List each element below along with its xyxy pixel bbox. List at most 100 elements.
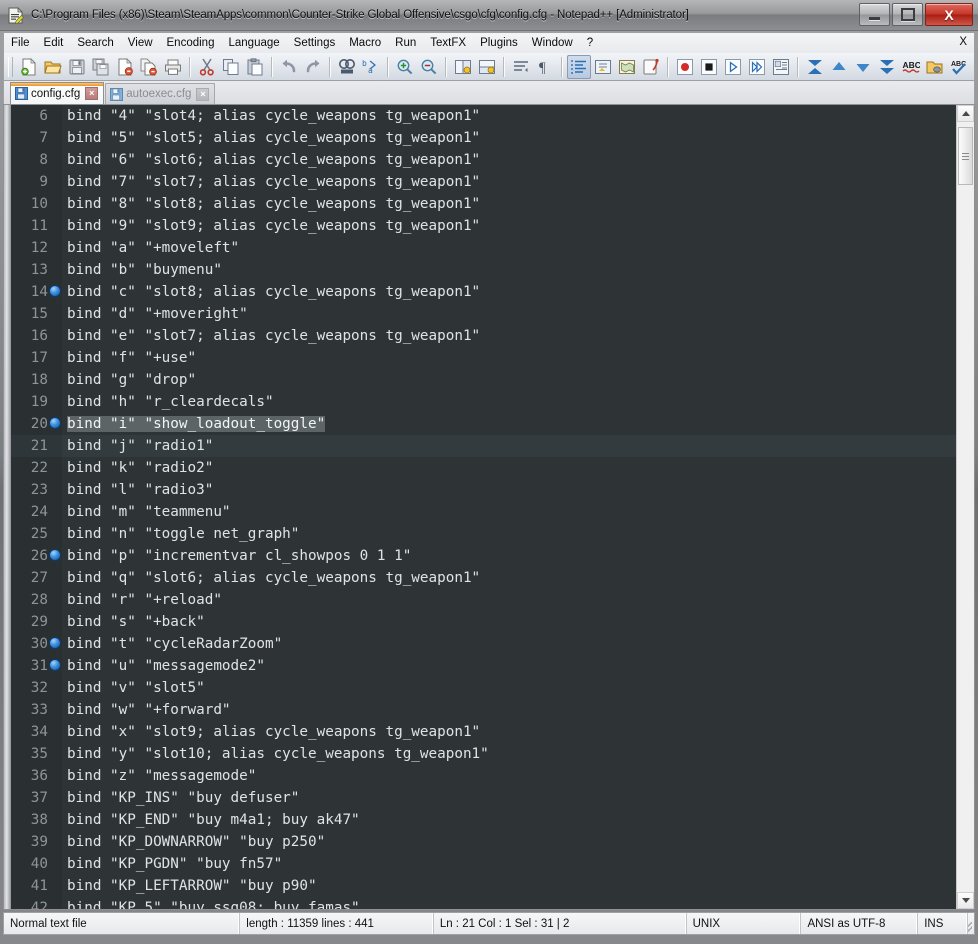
close-file-icon[interactable] [113,55,137,79]
editor-viewport[interactable]: 6 bind "4" "slot4; alias cycle_weapons tg… [4,105,956,909]
bookmark-margin[interactable] [48,105,62,127]
zoom-out-icon[interactable] [417,55,441,79]
code-line[interactable]: 13 bind "b" "buymenu" [11,259,956,281]
bookmark-margin[interactable] [48,413,62,435]
open-folder-icon[interactable] [923,55,947,79]
code-line[interactable]: 28 bind "r" "+reload" [11,589,956,611]
bookmark-margin[interactable] [48,699,62,721]
close-window-button[interactable]: X [925,3,973,26]
bookmark-margin[interactable] [48,171,62,193]
bookmark-margin[interactable] [48,721,62,743]
menu-item-plugins[interactable]: Plugins [473,35,525,51]
bookmark-margin[interactable] [48,501,62,523]
code-line[interactable]: 6 bind "4" "slot4; alias cycle_weapons tg… [11,105,956,127]
code-line[interactable]: 35 bind "y" "slot10; alias cycle_weapons … [11,743,956,765]
menu-item-help[interactable]: ? [580,35,600,51]
bookmark-margin[interactable] [48,479,62,501]
bookmark-margin[interactable] [48,655,62,677]
menu-item-file[interactable]: File [4,35,37,51]
code-line[interactable]: 19 bind "h" "r_cleardecals" [11,391,956,413]
code-line[interactable]: 9 bind "7" "slot7; alias cycle_weapons tg… [11,171,956,193]
bookmark-margin[interactable] [48,281,62,303]
bookmark-margin[interactable] [48,325,62,347]
tab-config-cfg[interactable]: config.cfg × [10,82,105,104]
code-line[interactable]: 7 bind "5" "slot5; alias cycle_weapons tg… [11,127,956,149]
menu-item-run[interactable]: Run [388,35,423,51]
bookmark-margin[interactable] [48,149,62,171]
bookmark-margin[interactable] [48,435,62,457]
vertical-scrollbar[interactable] [956,105,974,909]
scrollbar-thumb[interactable] [958,127,973,185]
menu-item-macro[interactable]: Macro [342,35,388,51]
bookmark-margin[interactable] [48,545,62,567]
new-file-icon[interactable] [17,55,41,79]
show-doc-map-icon[interactable] [615,55,639,79]
save-icon[interactable] [65,55,89,79]
code-line[interactable]: 23 bind "l" "radio3" [11,479,956,501]
bookmark-margin[interactable] [48,567,62,589]
code-area[interactable]: 6 bind "4" "slot4; alias cycle_weapons tg… [11,105,956,909]
menu-item-encoding[interactable]: Encoding [160,35,222,51]
bookmark-margin[interactable] [48,897,62,909]
bookmark-margin[interactable] [48,831,62,853]
bookmark-margin[interactable] [48,787,62,809]
code-line[interactable]: 18 bind "g" "drop" [11,369,956,391]
bookmark-margin[interactable] [48,457,62,479]
bookmark-margin[interactable] [48,677,62,699]
code-line[interactable]: 33 bind "w" "+forward" [11,699,956,721]
bookmark-margin[interactable] [48,853,62,875]
code-line[interactable]: 11 bind "9" "slot9; alias cycle_weapons t… [11,215,956,237]
bookmark-margin[interactable] [48,743,62,765]
scroll-down-button[interactable] [957,892,974,909]
collapse-all-icon[interactable] [803,55,827,79]
minimize-button[interactable] [859,3,890,26]
bookmark-margin[interactable] [48,193,62,215]
bookmark-margin[interactable] [48,259,62,281]
code-line[interactable]: 31 bind "u" "messagemode2" [11,655,956,677]
sync-horizontal-scroll-icon[interactable] [475,55,499,79]
code-line[interactable]: 8 bind "6" "slot6; alias cycle_weapons tg… [11,149,956,171]
code-line[interactable]: 30 bind "t" "cycleRadarZoom" [11,633,956,655]
menu-item-language[interactable]: Language [221,35,286,51]
print-icon[interactable] [161,55,185,79]
code-line[interactable]: 10 bind "8" "slot8; alias cycle_weapons t… [11,193,956,215]
cut-icon[interactable] [195,55,219,79]
expand-all-icon[interactable] [875,55,899,79]
redo-icon[interactable] [301,55,325,79]
user-defined-dialog-icon[interactable] [591,55,615,79]
code-line[interactable]: 21 bind "j" "radio1" [11,435,956,457]
code-line[interactable]: 24 bind "m" "teammenu" [11,501,956,523]
tab-autoexec-cfg[interactable]: autoexec.cfg × [105,83,216,104]
menu-item-view[interactable]: View [121,35,160,51]
bookmark-margin[interactable] [48,391,62,413]
code-line[interactable]: 16 bind "e" "slot7; alias cycle_weapons t… [11,325,956,347]
close-document-button[interactable]: X [959,36,967,48]
close-icon[interactable]: × [85,87,99,100]
paste-icon[interactable] [243,55,267,79]
bookmark-margin[interactable] [48,875,62,897]
code-line[interactable]: 29 bind "s" "+back" [11,611,956,633]
bookmark-margin[interactable] [48,589,62,611]
spell-check-icon[interactable]: ABC [899,55,923,79]
show-indent-guide-icon[interactable] [567,54,591,79]
bookmark-margin[interactable] [48,369,62,391]
code-line[interactable]: 20 bind "i" "show_loadout_toggle" [11,413,956,435]
open-file-icon[interactable] [41,55,65,79]
spell-check-doc-icon[interactable]: ABC [947,55,971,79]
word-wrap-icon[interactable] [509,55,533,79]
save-all-icon[interactable] [89,55,113,79]
menu-item-settings[interactable]: Settings [287,35,343,51]
code-line[interactable]: 15 bind "d" "+moveright" [11,303,956,325]
run-macro-multiple-icon[interactable] [745,55,769,79]
code-line[interactable]: 42 bind "KP_5" "buy ssg08; buy famas" [11,897,956,909]
toolbar-grip[interactable] [8,56,13,77]
bookmark-margin[interactable] [48,237,62,259]
bookmark-margin[interactable] [48,127,62,149]
close-all-files-icon[interactable] [137,55,161,79]
collapse-level-icon[interactable] [827,55,851,79]
playback-macro-icon[interactable] [721,55,745,79]
undo-icon[interactable] [277,55,301,79]
stop-recording-icon[interactable] [697,55,721,79]
code-line[interactable]: 27 bind "q" "slot6; alias cycle_weapons t… [11,567,956,589]
expand-level-icon[interactable] [851,55,875,79]
